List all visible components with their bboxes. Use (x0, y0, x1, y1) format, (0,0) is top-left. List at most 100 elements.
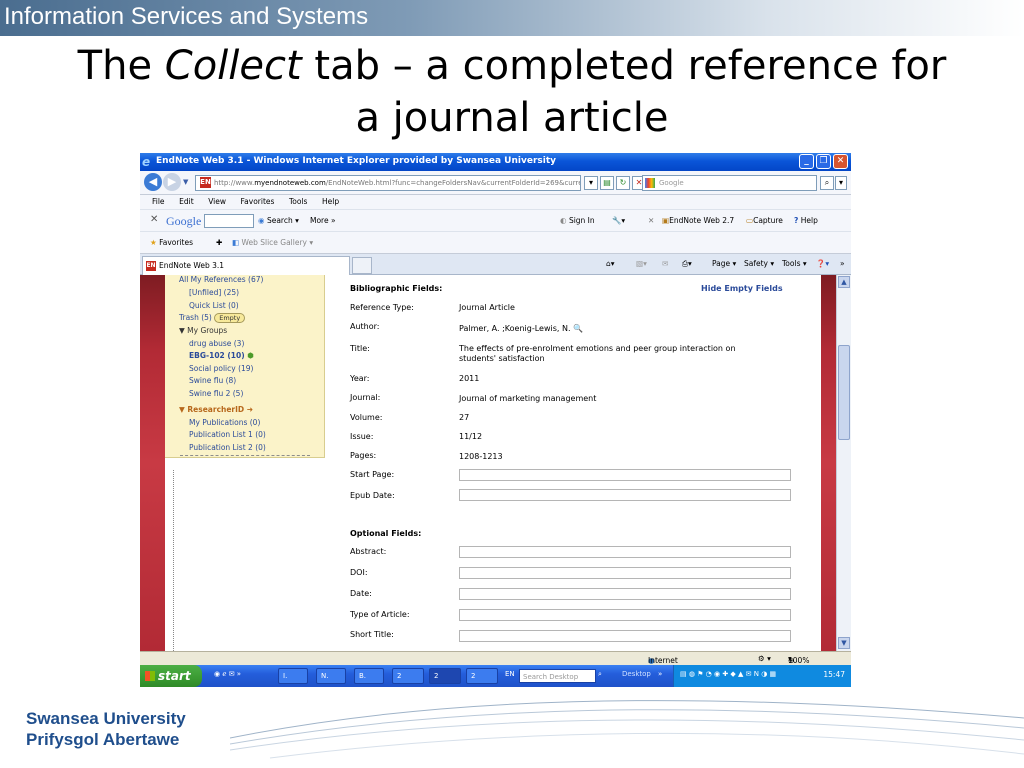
sign-in-button[interactable]: ◐ Sign In (560, 216, 595, 225)
tray-icons[interactable]: ▤ ◍ ⚑ ◔ ◉ ✚ ◆ ▲ ✉ N ◑ ▦ (680, 670, 776, 678)
toolbar-close-icon[interactable]: ✕ (150, 214, 158, 225)
volume-value[interactable]: 27 (459, 413, 469, 422)
compat-view-icon[interactable]: ▤ (600, 176, 614, 190)
maximize-button[interactable]: ❐ (816, 154, 831, 169)
history-dropdown-icon[interactable]: ▼ (183, 178, 188, 186)
pages-value[interactable]: 1208-1213 (459, 452, 503, 461)
empty-trash-button[interactable]: Empty (214, 313, 246, 323)
url-dropdown-button[interactable]: ▾ (584, 176, 598, 190)
search-icon[interactable]: ⌕ (820, 176, 834, 190)
desktop-chevron-icon[interactable]: » (658, 670, 662, 678)
favorites-star-icon: ★ (150, 238, 157, 247)
year-value[interactable]: 2011 (459, 374, 479, 383)
type-of-article-input[interactable] (459, 609, 791, 621)
protected-mode-icon[interactable]: ⚙ ▾ (758, 654, 771, 663)
tab-endnote-web[interactable]: EN EndNote Web 3.1 (142, 256, 350, 275)
trash-link[interactable]: Trash (5) (179, 313, 212, 322)
group-ebg-102[interactable]: EBG-102 (10) ⬢ (189, 351, 254, 360)
close-button[interactable]: ✕ (833, 154, 848, 169)
menu-view[interactable]: View (208, 195, 226, 209)
start-button[interactable]: start (140, 665, 202, 687)
web-slice-label: Web Slice Gallery (241, 238, 307, 247)
scroll-thumb[interactable] (838, 345, 850, 440)
help-button[interactable]: ? Help (794, 216, 818, 225)
toolbar-x-icon[interactable]: ✕ (648, 216, 654, 225)
help-menu-icon[interactable]: ❓▾ (816, 259, 829, 268)
my-publications-link[interactable]: My Publications (0) (189, 418, 260, 427)
taskbar-button-1[interactable]: I. (278, 668, 308, 684)
desktop-search-icon[interactable]: ⌕ (598, 670, 602, 679)
publication-list-2-link[interactable]: Publication List 2 (0) (189, 443, 266, 452)
favorites-bar: ★ Favorites ✚ ◧ Web Slice Gallery ▾ (140, 231, 851, 253)
capture-button[interactable]: ▭Capture (746, 216, 783, 225)
language-indicator[interactable]: EN (505, 670, 515, 678)
group-swine-flu[interactable]: Swine flu (8) (189, 376, 236, 385)
taskbar-button-3[interactable]: B. (354, 668, 384, 684)
abstract-input[interactable] (459, 546, 791, 558)
vertical-scrollbar[interactable]: ▲ ▼ (836, 275, 851, 651)
google-search-dropdown[interactable] (204, 214, 254, 228)
desktop-search-input[interactable]: Search Desktop (519, 669, 596, 683)
taskbar-button-5[interactable]: 2 (429, 668, 461, 684)
menu-favorites[interactable]: Favorites (241, 195, 275, 209)
publication-list-1-link[interactable]: Publication List 1 (0) (189, 430, 266, 439)
journal-value[interactable]: Journal of marketing management (459, 394, 596, 403)
short-title-input[interactable] (459, 630, 791, 642)
menu-help[interactable]: Help (322, 195, 339, 209)
all-references-link[interactable]: All My References (67) (179, 275, 263, 284)
shared-group-icon: ⬢ (247, 351, 254, 360)
url-input[interactable]: http://www.myendnoteweb.com/EndNoteWeb.h… (195, 175, 581, 191)
google-search-button[interactable]: ◉ Search ▾ (258, 216, 299, 225)
author-lookup-icon[interactable]: 🔍 (573, 324, 583, 333)
refresh-button[interactable]: ↻ (616, 176, 630, 190)
issue-value[interactable]: 11/12 (459, 432, 482, 441)
page-menu[interactable]: Page ▾ (712, 259, 736, 268)
google-more-button[interactable]: More » (310, 216, 336, 225)
scroll-up-icon[interactable]: ▲ (838, 276, 850, 288)
author-value[interactable]: Palmer, A. ;Koenig-Lewis, N. 🔍 (459, 324, 583, 333)
minimize-button[interactable]: _ (799, 154, 814, 169)
print-icon[interactable]: ⎙▾ (682, 259, 692, 269)
scroll-down-icon[interactable]: ▼ (838, 637, 850, 649)
unfiled-link[interactable]: [Unfiled] (25) (189, 288, 239, 297)
researcher-id-heading[interactable]: ▼ ResearcherID ➜ (179, 405, 253, 414)
back-button[interactable]: ◀ (144, 173, 162, 191)
search-options-button[interactable]: ▾ (835, 176, 847, 190)
title-value-line-1[interactable]: The effects of pre-enrolment emotions an… (459, 344, 736, 353)
mail-icon[interactable]: ✉ (662, 259, 668, 268)
group-swine-flu-2[interactable]: Swine flu 2 (5) (189, 389, 243, 398)
group-social-policy[interactable]: Social policy (19) (189, 364, 253, 373)
quick-launch-icons[interactable]: ◉ ℯ ✉ » (214, 670, 241, 678)
forward-button[interactable]: ▶ (163, 173, 181, 191)
google-search-input[interactable]: Google (642, 175, 817, 191)
epub-date-input[interactable] (459, 489, 791, 501)
safety-menu[interactable]: Safety ▾ (744, 259, 774, 268)
zoom-control[interactable]: ⊕ 100% ▾ (788, 654, 809, 665)
reference-type-value[interactable]: Journal Article (459, 303, 515, 312)
favorites-button[interactable]: ★ Favorites (150, 238, 193, 247)
menu-tools[interactable]: Tools (289, 195, 307, 209)
quick-list-link[interactable]: Quick List (0) (189, 301, 239, 310)
add-favorite-icon[interactable]: ✚ (216, 238, 222, 247)
new-tab-button[interactable] (352, 257, 372, 274)
tools-menu[interactable]: Tools ▾ (782, 259, 807, 268)
taskbar-button-6[interactable]: 2 (466, 668, 498, 684)
wrench-icon[interactable]: 🔧▾ (612, 216, 625, 225)
home-icon[interactable]: ⌂▾ (606, 259, 615, 268)
endnote-web-2-7-button[interactable]: ▣EndNote Web 2.7 (662, 216, 734, 225)
desktop-toolbar-label[interactable]: Desktop (622, 670, 651, 678)
taskbar-button-4[interactable]: 2 (392, 668, 424, 684)
start-page-input[interactable] (459, 469, 791, 481)
feeds-icon[interactable]: ▧▾ (636, 259, 647, 268)
my-groups-heading[interactable]: ▼ My Groups (179, 326, 227, 335)
web-slice-gallery-link[interactable]: ◧ Web Slice Gallery ▾ (232, 238, 313, 247)
menu-file[interactable]: File (152, 195, 165, 209)
date-input[interactable] (459, 588, 791, 600)
chevron-more-icon[interactable]: » (840, 259, 845, 268)
hide-empty-fields-link[interactable]: Hide Empty Fields (701, 284, 783, 293)
taskbar-button-2[interactable]: N. (316, 668, 346, 684)
doi-input[interactable] (459, 567, 791, 579)
title-value-line-2[interactable]: students' satisfaction (459, 354, 545, 363)
menu-edit[interactable]: Edit (179, 195, 194, 209)
group-drug-abuse[interactable]: drug abuse (3) (189, 339, 244, 348)
